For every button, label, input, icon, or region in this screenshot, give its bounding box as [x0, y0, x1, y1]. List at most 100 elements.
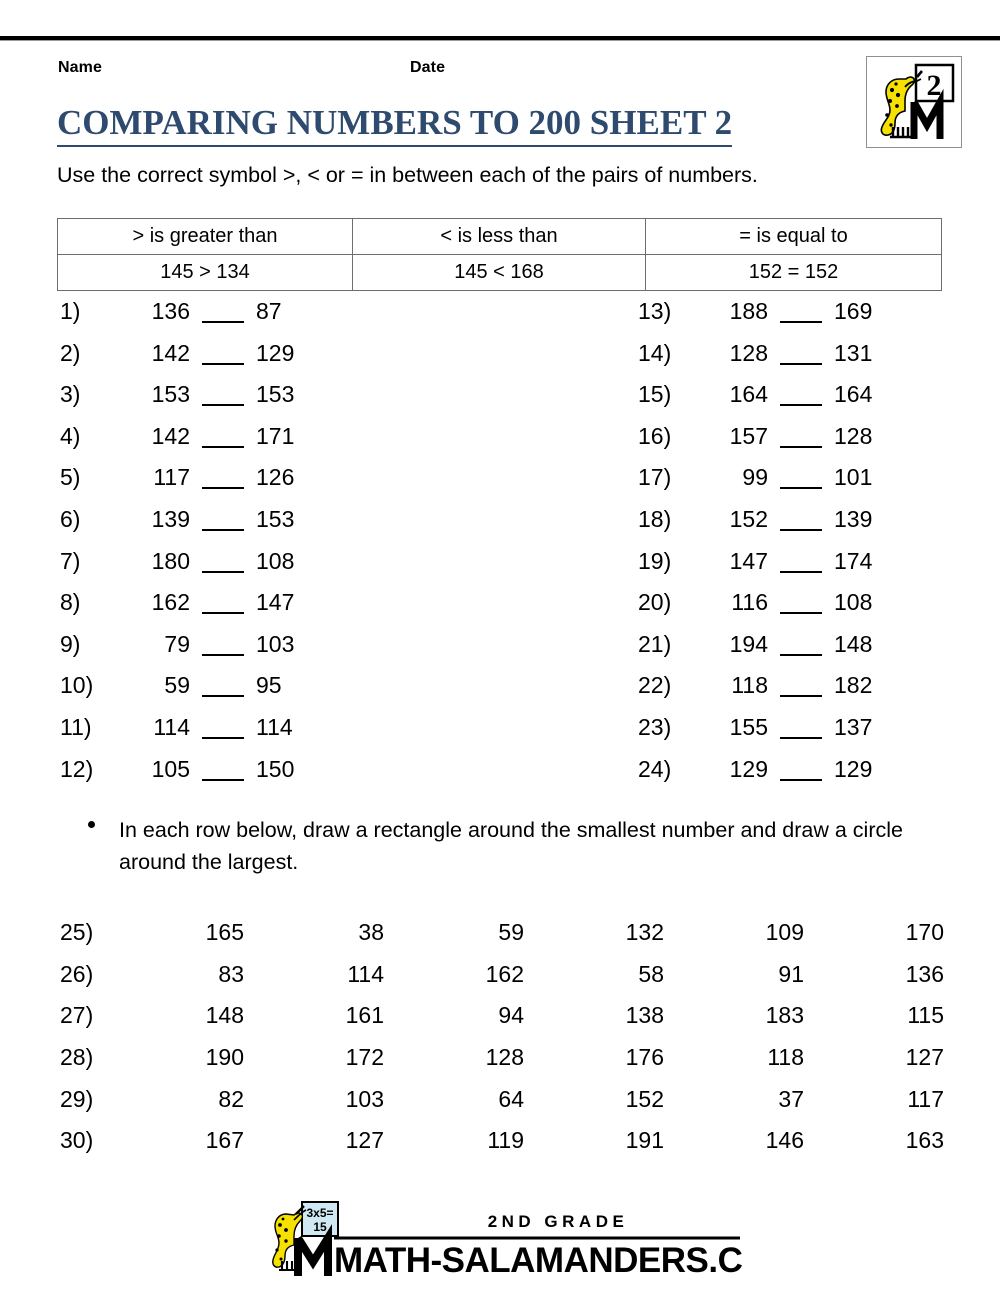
grid-number-cell[interactable]: 162 [408, 954, 548, 996]
answer-blank[interactable] [190, 650, 256, 656]
answer-blank[interactable] [768, 775, 834, 781]
legend-greater-than-example: 145 > 134 [57, 254, 353, 291]
grid-number-cell[interactable]: 149 [968, 995, 1000, 1037]
number-grid-row: 29) 821036415237117135 [60, 1078, 1000, 1120]
answer-blank[interactable] [768, 442, 834, 448]
grid-number-cell[interactable]: 128 [408, 1037, 548, 1079]
answer-blank[interactable] [190, 733, 256, 739]
answer-blank[interactable] [768, 400, 834, 407]
problem-number: 18) [638, 505, 672, 532]
grid-number-cell[interactable]: 118 [688, 1037, 828, 1079]
problem-left-number: 142 [151, 339, 190, 366]
answer-blank[interactable] [190, 691, 256, 698]
problem-number: 13) [638, 298, 672, 324]
answer-blank[interactable] [190, 400, 256, 407]
grid-row-number: 27) [60, 1002, 94, 1029]
problem-right-number: 103 [256, 630, 295, 657]
grid-number-cell[interactable]: 104 [968, 1037, 1000, 1079]
grid-number-cell[interactable]: 38 [268, 912, 408, 954]
grid-number-cell[interactable]: 136 [828, 954, 968, 996]
footer-grade-text: 2ND GRADE [488, 1212, 629, 1231]
grid-number-cell[interactable]: 161 [268, 995, 408, 1037]
answer-blank[interactable] [190, 317, 256, 323]
grid-number-cell[interactable]: 152 [548, 1078, 688, 1120]
answer-blank[interactable] [190, 775, 256, 781]
grid-number-cell[interactable]: 148 [128, 995, 268, 1037]
problem-number: 21) [638, 630, 672, 657]
problem-left-number: 180 [151, 547, 190, 574]
compare-problem-row: 12) 105 150 [60, 756, 328, 798]
grid-number-cell[interactable]: 176 [548, 1037, 688, 1079]
answer-blank[interactable] [190, 442, 256, 448]
problem-left-number: 142 [151, 422, 190, 449]
footer-logo: 3x5= 15 2ND GRADE MATH-SALAMANDERS.COM [272, 1198, 742, 1286]
grid-number-cell[interactable]: 138 [548, 995, 688, 1037]
grid-number-cell[interactable]: 146 [688, 1120, 828, 1162]
answer-blank[interactable] [768, 733, 834, 739]
answer-blank[interactable] [768, 567, 834, 573]
grid-number-cell[interactable]: 172 [268, 1037, 408, 1079]
grid-number-cell[interactable]: 167 [128, 1120, 268, 1162]
answer-blank[interactable] [768, 525, 834, 531]
grid-number-cell[interactable]: 191 [548, 1120, 688, 1162]
legend-header-row: > is greater than < is less than = is eq… [57, 218, 942, 255]
answer-blank[interactable] [768, 483, 834, 490]
grid-number-cell[interactable]: 127 [268, 1120, 408, 1162]
answer-blank[interactable] [768, 608, 834, 615]
answer-blank[interactable] [768, 317, 834, 323]
legend-equal-to-example: 152 = 152 [645, 254, 942, 291]
grid-number-cell[interactable]: 37 [688, 1078, 828, 1120]
compare-problem-row: 7) 180 108 [60, 548, 328, 590]
problem-left-number: 194 [729, 630, 768, 657]
number-grid-row: 27) 14816194138183115149 [60, 995, 1000, 1037]
answer-blank[interactable] [768, 650, 834, 656]
grid-number-cell[interactable]: 132 [548, 912, 688, 954]
footer-site-text: MATH-SALAMANDERS.COM [334, 1241, 742, 1280]
problem-right-number: 147 [256, 589, 295, 616]
grid-number-cell[interactable]: 185 [968, 1120, 1000, 1162]
problem-right-number: 153 [256, 505, 295, 532]
grid-number-cell[interactable]: 64 [408, 1078, 548, 1120]
grid-number-cell[interactable]: 119 [408, 1120, 548, 1162]
problem-right-number: 87 [256, 298, 282, 324]
grid-number-cell[interactable]: 170 [828, 912, 968, 954]
grid-number-cell[interactable]: 58 [548, 954, 688, 996]
answer-blank[interactable] [190, 608, 256, 615]
problem-left-number: 152 [729, 505, 768, 532]
answer-blank[interactable] [768, 359, 834, 365]
problem-number: 4) [60, 422, 81, 449]
answer-blank[interactable] [768, 691, 834, 698]
compare-problem-row: 14) 128 131 [638, 340, 906, 382]
number-grid-table: 25)16538591321091706226)8311416258911361… [60, 912, 1000, 1162]
grid-number-cell[interactable]: 127 [828, 1037, 968, 1079]
problem-number: 17) [638, 464, 672, 491]
grid-number-cell[interactable]: 135 [968, 1078, 1000, 1120]
answer-blank[interactable] [190, 567, 256, 573]
grid-number-cell[interactable]: 62 [968, 912, 1000, 954]
grid-number-cell[interactable]: 59 [408, 912, 548, 954]
answer-blank[interactable] [190, 359, 256, 365]
grid-number-cell[interactable]: 117 [828, 1078, 968, 1120]
problem-right-number: 108 [834, 589, 873, 616]
answer-blank[interactable] [190, 525, 256, 531]
problem-number: 12) [60, 755, 94, 782]
grid-number-cell[interactable]: 91 [688, 954, 828, 996]
grid-number-cell[interactable]: 109 [688, 912, 828, 954]
compare-problem-row: 10) 59 95 [60, 672, 328, 714]
grid-number-cell[interactable]: 165 [128, 912, 268, 954]
grid-row-number: 29) [60, 1085, 94, 1112]
grid-number-cell[interactable]: 94 [408, 995, 548, 1037]
grid-number-cell[interactable]: 103 [268, 1078, 408, 1120]
problem-left-number: 99 [742, 464, 768, 491]
grid-number-cell[interactable]: 163 [828, 1120, 968, 1162]
grid-number-cell[interactable]: 82 [128, 1078, 268, 1120]
compare-problem-row: 16) 157 128 [638, 423, 906, 465]
answer-blank[interactable] [190, 483, 256, 490]
grid-number-cell[interactable]: 114 [268, 954, 408, 996]
grid-number-cell[interactable]: 83 [128, 954, 268, 996]
instruction-text: Use the correct symbol >, < or = in betw… [57, 163, 758, 187]
grid-number-cell[interactable]: 190 [128, 1037, 268, 1079]
grid-number-cell[interactable]: 183 [688, 995, 828, 1037]
grid-number-cell[interactable]: 108 [968, 954, 1000, 996]
grid-number-cell[interactable]: 115 [828, 995, 968, 1037]
